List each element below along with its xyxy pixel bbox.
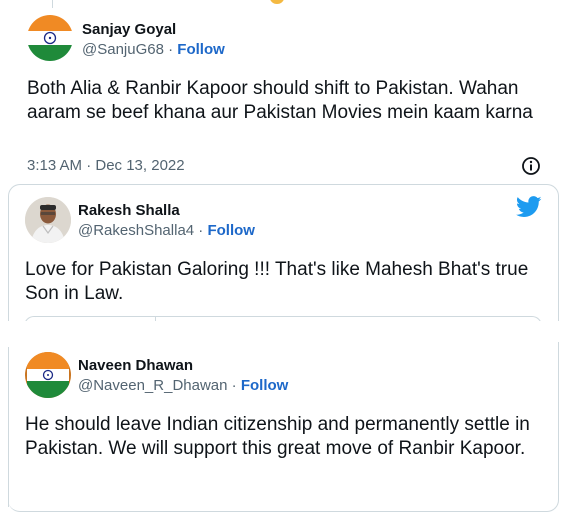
follow-button[interactable]: Follow: [207, 222, 255, 239]
author-handle-line: @Naveen_R_Dhawan · Follow: [78, 377, 288, 395]
author-handle[interactable]: @RakeshShalla4: [78, 222, 194, 239]
tweet-text: Love for Pakistan Galoring !!! That's li…: [25, 259, 529, 304]
avatar-sanjay-goyal[interactable]: [27, 15, 73, 61]
crop-gap: [0, 321, 565, 343]
follow-button[interactable]: Follow: [177, 41, 225, 58]
author-handle-line: @RakeshShalla4 · Follow: [78, 222, 255, 240]
person-photo-avatar-image: [25, 197, 71, 243]
follow-button[interactable]: Follow: [241, 377, 289, 394]
cropped-top-fragment: [52, 0, 53, 8]
info-circle-icon[interactable]: [521, 156, 541, 176]
cropped-top-fragment-dot: [270, 0, 284, 4]
tweet-text: Both Alia & Ranbir Kapoor should shift t…: [27, 78, 533, 123]
handle-separator: ·: [194, 222, 208, 239]
author-name[interactable]: Sanjay Goyal: [82, 21, 176, 39]
author-name[interactable]: Rakesh Shalla: [78, 202, 180, 220]
india-flag-avatar-image: [25, 352, 71, 398]
author-name[interactable]: Naveen Dhawan: [78, 357, 193, 375]
twitter-bird-icon[interactable]: [515, 196, 542, 218]
card-left-border: [8, 347, 9, 507]
author-handle-line: @SanjuG68 · Follow: [82, 41, 225, 59]
india-flag-avatar-image: [27, 15, 73, 61]
tweet-timestamp[interactable]: 3:13 AM · Dec 13, 2022: [27, 157, 185, 175]
handle-separator: ·: [163, 41, 178, 58]
tweet-text: He should leave Indian citizenship and p…: [25, 414, 530, 459]
author-handle[interactable]: @SanjuG68: [82, 41, 164, 58]
avatar-naveen-dhawan[interactable]: [25, 352, 71, 398]
author-handle[interactable]: @Naveen_R_Dhawan: [78, 377, 227, 394]
avatar-rakesh-shalla[interactable]: [25, 197, 71, 243]
handle-separator: ·: [227, 377, 241, 394]
